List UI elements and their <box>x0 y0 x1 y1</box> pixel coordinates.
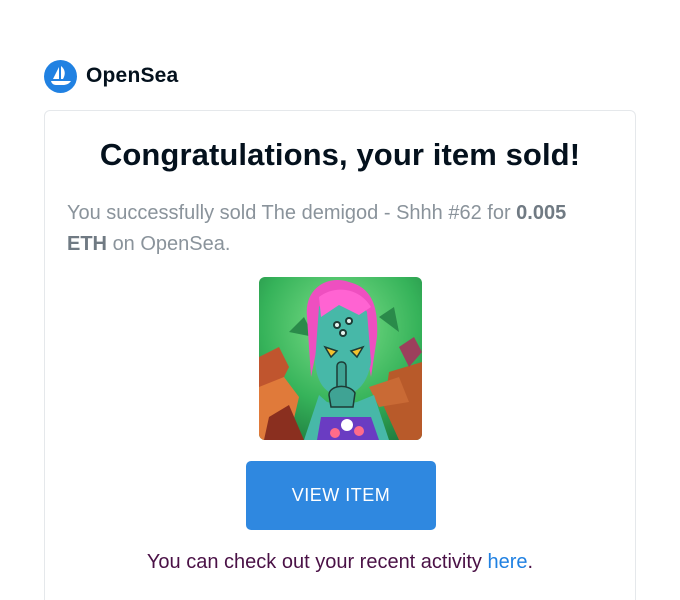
message-suffix: on OpenSea. <box>112 233 231 255</box>
nft-item-image[interactable] <box>259 277 422 440</box>
brand-name: OpenSea <box>86 64 179 87</box>
footer-prefix: You can check out your recent activity <box>146 551 482 573</box>
footer-suffix: . <box>527 551 534 573</box>
view-item-button[interactable]: VIEW ITEM <box>246 461 436 530</box>
sale-message: You successfully sold The demigod - Shhh… <box>67 198 587 260</box>
opensea-logo-icon <box>44 59 77 93</box>
recent-activity-text: You can check out your recent activity h… <box>45 551 635 574</box>
email-page: OpenSea Congratulations, your item sold!… <box>0 0 680 600</box>
email-title: Congratulations, your item sold! <box>99 137 581 172</box>
recent-activity-link[interactable]: here <box>487 551 527 573</box>
message-prefix: You successfully sold The demigod - Shhh… <box>67 202 511 224</box>
sale-notification-card: Congratulations, your item sold! You suc… <box>44 110 636 600</box>
header: OpenSea <box>44 59 178 93</box>
